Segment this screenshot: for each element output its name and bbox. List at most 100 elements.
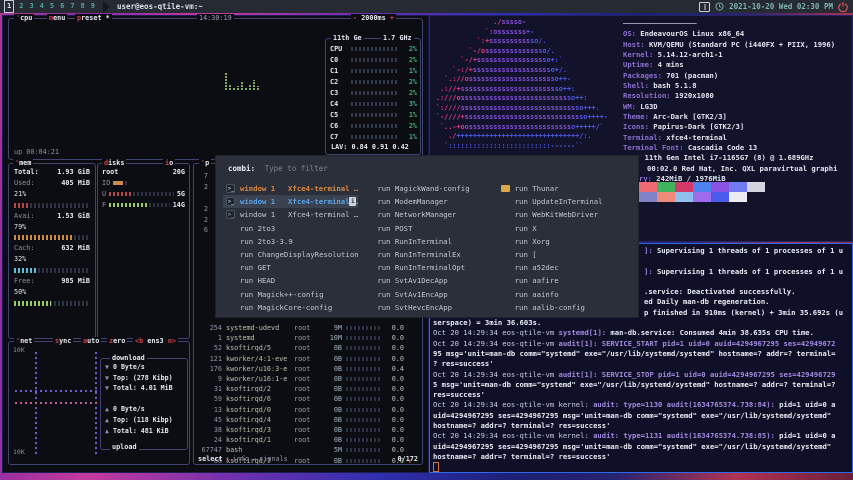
- net-sync-toggle[interactable]: sync: [53, 337, 73, 346]
- process-row[interactable]: 13ksoftirqd/0root0B0.0: [196, 405, 418, 415]
- neofetch-info-line: Shell: bash 5.1.8: [623, 81, 849, 91]
- process-row[interactable]: 45ksoftirqd/4root0B0.0: [196, 415, 418, 425]
- process-row[interactable]: 254systemd-udevdroot9M0.0: [196, 323, 418, 333]
- process-row[interactable]: 52ksoftirqd/5root0B0.0: [196, 343, 418, 353]
- process-row[interactable]: 24ksoftirqd/1root0B0.0: [196, 435, 418, 445]
- workspace-1[interactable]: 1: [4, 0, 14, 13]
- rofi-entry[interactable]: run aafire: [498, 274, 633, 287]
- disk-used-row: U5G: [98, 189, 189, 200]
- workspace-7[interactable]: 7: [70, 1, 74, 12]
- rofi-entry[interactable]: run SvtHevcEncApp: [360, 301, 495, 314]
- menu-button[interactable]: menu: [47, 14, 67, 23]
- rofi-entry[interactable]: run 2to3-3.9: [223, 235, 358, 248]
- cpu-freq-label: 1.7 GHz: [381, 34, 414, 43]
- process-row[interactable]: 1systemdroot10M0.0: [196, 333, 418, 343]
- rofi-entry[interactable]: >_window 1Xfce4-terminal …: [223, 182, 358, 195]
- rofi-entry[interactable]: run NetworkManager: [360, 208, 495, 221]
- proc-box-title[interactable]: 'p: [199, 159, 211, 168]
- rofi-entry[interactable]: >_window 1Xfce4-terminal …: [223, 208, 358, 221]
- palette-swatch: [639, 182, 657, 192]
- rofi-entry[interactable]: run SvtAv1EncApp: [360, 288, 495, 301]
- rofi-entry[interactable]: run Thunar: [498, 182, 633, 195]
- rofi-entry[interactable]: run RunInTerminalEx: [360, 248, 495, 261]
- disk-free-row: F14G: [98, 200, 189, 211]
- rofi-entry[interactable]: run aainfo: [498, 288, 633, 301]
- uptime-label: up 00:04:21: [14, 148, 59, 156]
- rofi-entry[interactable]: run HEAD: [223, 274, 358, 287]
- journal-line: res=success': [433, 390, 847, 400]
- process-row[interactable]: 121kworker/4:1-everoot0B0.0: [196, 354, 418, 364]
- neofetch-info-line: Packages: 701 (pacman): [623, 71, 849, 81]
- workspace-4[interactable]: 4: [40, 1, 44, 12]
- mem-box-title[interactable]: 'mem: [13, 159, 33, 168]
- rofi-input[interactable]: combi: Type to filter: [216, 156, 638, 175]
- rofi-entry[interactable]: run RunInTerminalOpt: [360, 261, 495, 274]
- clock-icon: [715, 2, 724, 11]
- rofi-entry[interactable]: run ModemManager: [360, 195, 495, 208]
- mem-rows: Total:1.93 GiBUsed:405 MiB21%Avai:1.53 G…: [12, 167, 92, 309]
- net-interface-switcher[interactable]: <b ens3 n>: [133, 337, 178, 346]
- power-button-icon[interactable]: [838, 2, 848, 12]
- rofi-entry[interactable]: run MagickWand-config: [360, 182, 495, 195]
- process-row[interactable]: 38ksoftirqd/3root0B0.0: [196, 425, 418, 435]
- rofi-grid: >_window 1Xfce4-terminal …>_window 1Xfce…: [223, 182, 633, 314]
- process-row[interactable]: 9kworker/u16:1-eroot0B0.0: [196, 374, 418, 384]
- workspace-2[interactable]: 2: [19, 1, 23, 12]
- workspace-3[interactable]: 3: [29, 1, 33, 12]
- net-auto-toggle[interactable]: auto: [81, 337, 101, 346]
- rofi-entry[interactable]: run Xorg: [498, 235, 633, 248]
- net-zero-toggle[interactable]: zero: [107, 337, 127, 346]
- cpu-core-row: C71%: [330, 131, 417, 142]
- disk-io-row: IO: [98, 178, 189, 189]
- taskbar-window-title[interactable]: user@eos-qtile-vm:~: [117, 2, 203, 11]
- cpu-box-title[interactable]: 'cpu: [14, 14, 34, 23]
- workspace-9[interactable]: 9: [91, 1, 95, 12]
- journal-line: 95 msg='unit=man-db comm="systemd" exe="…: [433, 349, 847, 359]
- net-axis-top: 10K: [13, 346, 25, 354]
- rofi-placeholder: Type to filter: [265, 164, 328, 173]
- rofi-entry[interactable]: run SvtAv1DecApp: [360, 274, 495, 287]
- rofi-entry[interactable]: run UpdateInTerminal: [498, 195, 633, 208]
- rofi-entry[interactable]: >_window 1Xfce4-terminal …i: [223, 195, 358, 208]
- process-row[interactable]: 176kworker/u16:3-eroot0B0.4: [196, 364, 418, 374]
- rofi-entry[interactable]: run GET: [223, 261, 358, 274]
- palette-swatch: [675, 192, 693, 202]
- palette-swatch: [729, 192, 747, 202]
- systray-terminal-icon[interactable]: [699, 2, 710, 12]
- powerline-arrow-icon: [103, 1, 110, 13]
- net-box-title[interactable]: 'net: [14, 337, 34, 346]
- neofetch-info-line: Kernel: 5.14.12-arch1-1: [623, 50, 849, 60]
- rofi-entry[interactable]: run WebKitWebDriver: [498, 208, 633, 221]
- rofi-entry[interactable]: run MagickCore-config: [223, 301, 358, 314]
- io-toggle[interactable]: io: [163, 159, 175, 168]
- rofi-entry[interactable]: run a52dec: [498, 261, 633, 274]
- workspace-8[interactable]: 8: [81, 1, 85, 12]
- palette-swatch: [711, 182, 729, 192]
- rofi-entry[interactable]: run X: [498, 222, 633, 235]
- rofi-entry[interactable]: run POST: [360, 222, 495, 235]
- rofi-entry[interactable]: run Magick++-config: [223, 288, 358, 301]
- process-row[interactable]: 59ksoftirqd/6root0B0.0: [196, 394, 418, 404]
- process-row[interactable]: 67747bash5M0.0: [196, 445, 418, 455]
- rofi-entry[interactable]: run 2to3: [223, 222, 358, 235]
- proc-footer: select ↓ info ↵ signals 0/172: [198, 455, 418, 463]
- workspace-6[interactable]: 6: [60, 1, 64, 12]
- workspace-5[interactable]: 5: [50, 1, 54, 12]
- process-row[interactable]: 31ksoftirqd/2root0B0.0: [196, 384, 418, 394]
- taskbar-clock[interactable]: 2021-10-20 Wed 02:30 PM: [729, 2, 833, 11]
- cpu-core-row: C62%: [330, 120, 417, 131]
- rofi-entry[interactable]: run [: [498, 248, 633, 261]
- disks-box-title[interactable]: disks: [102, 159, 126, 168]
- info-button[interactable]: info: [233, 455, 249, 463]
- workspace-list: 123456789: [2, 0, 98, 13]
- palette-swatch: [693, 192, 711, 202]
- rofi-entry[interactable]: run ChangeDisplayResolution: [223, 248, 358, 261]
- rofi-entry[interactable]: run RunInTerminal: [360, 235, 495, 248]
- taskbar: 123456789 user@eos-qtile-vm:~ 2021-10-20…: [0, 0, 853, 13]
- rofi-entry[interactable]: run aalib-config: [498, 301, 633, 314]
- signals-button[interactable]: signals: [259, 455, 288, 463]
- preset-button[interactable]: preset *: [75, 14, 112, 23]
- cpu-core-row: C11%: [330, 65, 417, 76]
- select-button[interactable]: select: [198, 455, 223, 463]
- refresh-interval-control[interactable]: - 2000ms +: [351, 14, 396, 23]
